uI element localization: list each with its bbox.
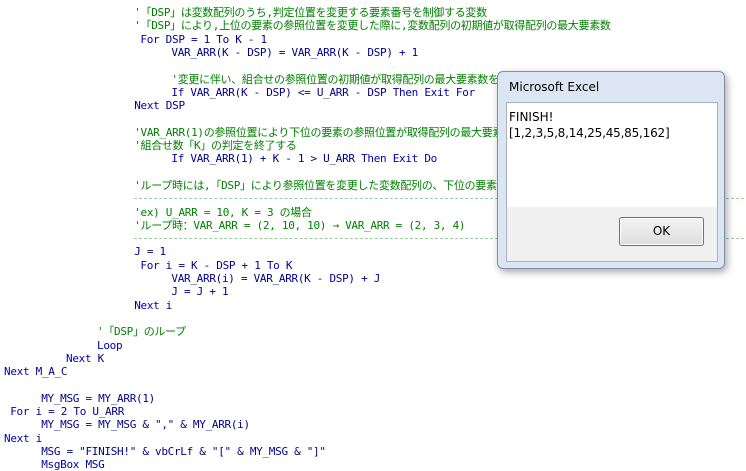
code-text: VAR_ARR(K - DSP) = VAR_ARR(K - DSP) + 1	[171, 45, 418, 59]
ok-button[interactable]: OK	[619, 217, 704, 246]
code-text: J = 1	[134, 245, 166, 259]
code-text: M_A_C	[29, 365, 68, 379]
code-text: U_ARR	[86, 405, 125, 418]
code-keyword: If	[171, 85, 185, 99]
code-line[interactable]: If VAR_ARR(1) + K - 1 > U_ARR Then Exit …	[171, 152, 437, 165]
code-line[interactable]: Next K	[66, 352, 104, 365]
code-line[interactable]: 'ループ時：VAR_ARR = (2, 10, 10) → VAR_ARR = …	[134, 219, 465, 232]
code-line[interactable]: MY_MSG = MY_ARR(1)	[41, 392, 155, 405]
code-keyword: Loop	[97, 338, 123, 352]
code-text: K	[279, 258, 293, 272]
code-keyword: MsgBox	[41, 458, 80, 471]
code-keyword: Next	[134, 298, 160, 312]
code-comment: '「DSP」は変数配列のうち,判定位置を変更する要素番号を制御する変数	[134, 6, 487, 19]
code-line[interactable]: VAR_ARR(K - DSP) = VAR_ARR(K - DSP) + 1	[171, 46, 418, 59]
code-text: K	[91, 351, 105, 365]
dialog-message-line-2: [1,2,3,5,8,14,25,45,85,162]	[509, 126, 670, 140]
code-text: K - 1	[228, 32, 267, 46]
code-keyword: For	[10, 405, 30, 418]
code-line[interactable]: Next DSP	[134, 99, 185, 112]
code-line[interactable]: For i = K - DSP + 1 To K	[140, 259, 292, 272]
code-keyword: Next	[4, 365, 30, 379]
code-comment: '「DSP」により,上位の要素の参照位置を変更した際に,変数配列の初期値が取得配…	[134, 19, 611, 33]
code-text: i = 2	[29, 405, 74, 418]
code-comment: '組合せ数「K」の判定を終了する	[134, 139, 297, 152]
code-text: i = K - DSP + 1	[159, 258, 267, 272]
code-line[interactable]: MsgBox MSG	[41, 458, 105, 471]
code-text: MY_MSG = MY_MSG & "," & MY_ARR(i)	[41, 418, 250, 432]
code-line[interactable]: '組合せ数「K」の判定を終了する	[134, 139, 297, 152]
code-line[interactable]: Loop	[97, 338, 123, 352]
code-keyword: To	[266, 258, 280, 272]
code-keyword: For	[140, 32, 160, 46]
code-keyword: To	[216, 32, 229, 46]
code-text: MSG = "FINISH!" & vbCrLf & "[" & MY_MSG …	[41, 444, 326, 458]
code-keyword: Then Exit Do	[361, 152, 437, 166]
code-keyword: To	[73, 405, 87, 418]
code-line[interactable]: For DSP = 1 To K - 1	[140, 32, 267, 46]
code-text: DSP = 1	[159, 32, 217, 46]
code-keyword: Next	[66, 351, 92, 365]
msgbox-dialog: Microsoft Excel OK FINISH! [1,2,3,5,8,14…	[497, 71, 725, 269]
code-keyword: Then Exit For	[392, 85, 476, 99]
code-comment: 'ループ時：VAR_ARR = (2, 10, 10) → VAR_ARR = …	[134, 218, 466, 232]
code-line[interactable]: 'ex) U_ARR = 10, K = 3 の場合	[134, 206, 312, 219]
code-line[interactable]: Next i	[4, 432, 42, 445]
code-line[interactable]: Next M_A_C	[4, 365, 68, 379]
code-keyword: For	[140, 258, 160, 272]
code-line[interactable]: '「DSP」のループ	[97, 325, 186, 338]
code-keyword: Next	[134, 99, 160, 113]
code-line[interactable]: MSG = "FINISH!" & vbCrLf & "[" & MY_MSG …	[41, 445, 326, 458]
code-comment: 'ex) U_ARR = 10, K = 3 の場合	[134, 205, 312, 219]
dialog-titlebar[interactable]: Microsoft Excel	[498, 72, 724, 102]
code-text: i	[159, 298, 173, 312]
code-line[interactable]: J = J + 1	[171, 285, 228, 298]
code-comment: '「DSP」のループ	[97, 325, 186, 339]
code-text: VAR_ARR(i) = VAR_ARR(K - DSP) + J	[171, 272, 381, 285]
code-text: MSG	[79, 458, 105, 471]
code-text: DSP	[159, 99, 185, 113]
code-text: VAR_ARR(1) + K - 1 > U_ARR	[184, 152, 362, 166]
code-line[interactable]: VAR_ARR(i) = VAR_ARR(K - DSP) + J	[171, 272, 380, 285]
code-text: i	[29, 431, 43, 445]
code-keyword: If	[171, 152, 185, 166]
code-line[interactable]: '「DSP」により,上位の要素の参照位置を変更した際に,変数配列の初期値が取得配…	[134, 19, 611, 33]
dialog-message-line-1: FINISH!	[509, 110, 554, 124]
code-line[interactable]: MY_MSG = MY_MSG & "," & MY_ARR(i)	[41, 418, 250, 431]
code-text: MY_MSG = MY_ARR(1)	[41, 391, 155, 405]
code-line[interactable]: Next i	[134, 299, 172, 312]
code-text: J = J + 1	[171, 285, 229, 299]
dialog-title: Microsoft Excel	[509, 80, 600, 94]
code-line[interactable]: If VAR_ARR(K - DSP) <= U_ARR - DSP Then …	[171, 86, 475, 99]
code-keyword: Next	[4, 431, 30, 445]
code-text: VAR_ARR(K - DSP) <= U_ARR - DSP	[184, 85, 393, 99]
code-line[interactable]: '「DSP」は変数配列のうち,判定位置を変更する要素番号を制御する変数	[134, 6, 487, 19]
code-line[interactable]: J = 1	[134, 245, 166, 258]
code-line[interactable]: For i = 2 To U_ARR	[10, 405, 124, 418]
